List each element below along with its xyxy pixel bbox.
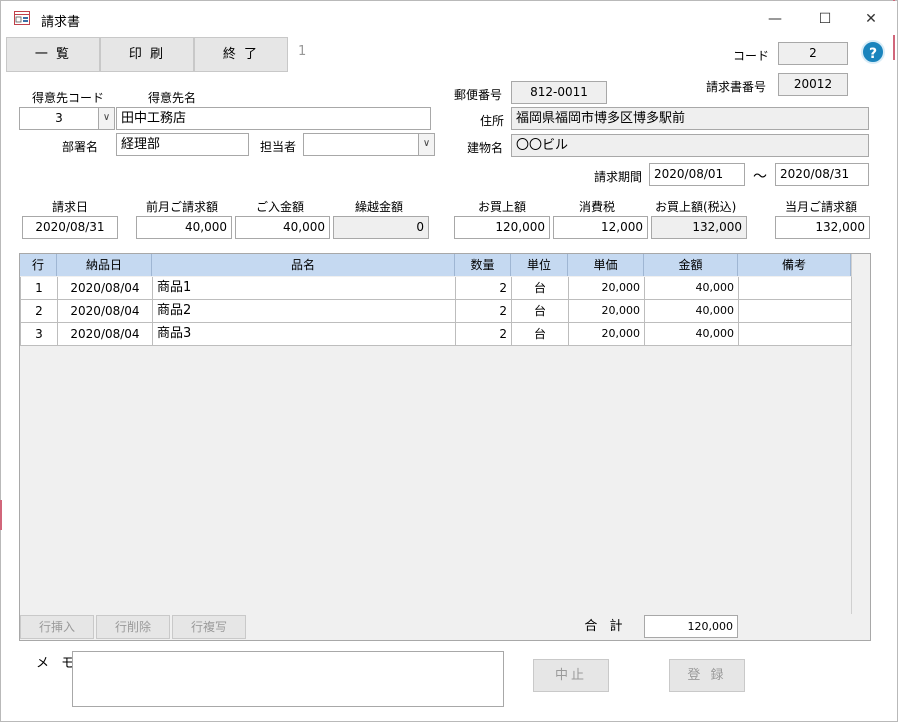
- period-separator: ～: [753, 169, 767, 185]
- col-header-qty: 数量: [455, 254, 511, 276]
- close-button[interactable]: ✕: [851, 6, 891, 32]
- person-combo[interactable]: ∨: [303, 133, 435, 156]
- list-button[interactable]: 一 覧: [6, 37, 100, 72]
- address-label: 住所: [480, 114, 505, 128]
- cell-item[interactable]: 商品2: [153, 300, 456, 323]
- period-to-field[interactable]: 2020/08/31: [775, 163, 869, 186]
- cell-date[interactable]: 2020/08/04: [58, 323, 153, 346]
- customer-code-label: 得意先コード: [32, 91, 105, 105]
- exit-button[interactable]: 終 了: [194, 37, 288, 72]
- cell-unit[interactable]: 台: [512, 300, 569, 323]
- maximize-button[interactable]: ☐: [805, 6, 845, 32]
- total-field: 120,000: [644, 615, 738, 638]
- prev-billing-field[interactable]: 40,000: [136, 216, 232, 239]
- insert-row-button[interactable]: 行挿入: [20, 615, 94, 639]
- cell-amount[interactable]: 40,000: [645, 323, 739, 346]
- period-label: 請求期間: [594, 170, 643, 184]
- sales-field[interactable]: 120,000: [454, 216, 550, 239]
- chevron-down-icon[interactable]: ∨: [418, 134, 434, 155]
- billing-date-field[interactable]: 2020/08/31: [22, 216, 118, 239]
- col-header-price: 単価: [568, 254, 644, 276]
- customer-code-combo[interactable]: 3 ∨: [19, 107, 115, 130]
- grid-header: 行 納品日 品名 数量 単位 単価 金額 備考: [20, 254, 851, 276]
- cell-note[interactable]: [739, 323, 852, 346]
- grid-scrollbar[interactable]: [851, 254, 870, 614]
- billing-date-label: 請求日: [52, 200, 89, 214]
- cell-note[interactable]: [739, 277, 852, 300]
- invoice-number-label: 請求書番号: [706, 80, 767, 94]
- cell-date[interactable]: 2020/08/04: [58, 300, 153, 323]
- payment-label: ご入金額: [256, 200, 305, 214]
- cell-item[interactable]: 商品3: [153, 323, 456, 346]
- window-edge-accent-left: [0, 500, 2, 530]
- sales-label: お買上額: [478, 200, 527, 214]
- minimize-button[interactable]: —: [755, 6, 795, 32]
- cell-qty[interactable]: 2: [456, 277, 512, 300]
- cell-line: 1: [21, 277, 58, 300]
- carryover-label: 繰越金額: [355, 200, 404, 214]
- tax-field[interactable]: 12,000: [553, 216, 648, 239]
- cell-date[interactable]: 2020/08/04: [58, 277, 153, 300]
- carryover-field: 0: [333, 216, 429, 239]
- cell-price[interactable]: 20,000: [569, 300, 645, 323]
- address-field: 福岡県福岡市博多区博多駅前: [511, 107, 869, 130]
- sales-tax-field: 132,000: [651, 216, 747, 239]
- zip-field: 812-0011: [511, 81, 607, 104]
- col-header-line: 行: [20, 254, 57, 276]
- window-title: 請求書: [41, 15, 81, 30]
- delete-row-button[interactable]: 行削除: [96, 615, 170, 639]
- form-icon: [14, 11, 30, 25]
- register-button[interactable]: 登 録: [669, 659, 745, 692]
- code-field: 2: [778, 42, 848, 65]
- prev-billing-label: 前月ご請求額: [146, 200, 219, 214]
- zip-label: 郵便番号: [454, 88, 503, 102]
- invoice-number-field: 20012: [778, 73, 848, 96]
- table-row[interactable]: 1 2020/08/04 商品1 2 台 20,000 40,000: [20, 277, 852, 300]
- col-header-unit: 単位: [511, 254, 568, 276]
- dept-field[interactable]: 経理部: [116, 133, 249, 156]
- table-row[interactable]: 3 2020/08/04 商品3 2 台 20,000 40,000: [20, 323, 852, 346]
- help-icon[interactable]: ?: [861, 40, 885, 64]
- cell-price[interactable]: 20,000: [569, 277, 645, 300]
- sales-tax-label: お買上額(税込): [655, 200, 737, 214]
- tax-label: 消費税: [579, 200, 616, 214]
- cell-item[interactable]: 商品1: [153, 277, 456, 300]
- code-label: コード: [733, 49, 770, 63]
- cell-line: 3: [21, 323, 58, 346]
- memo-field[interactable]: [72, 651, 504, 707]
- cell-price[interactable]: 20,000: [569, 323, 645, 346]
- period-from-field[interactable]: 2020/08/01: [649, 163, 745, 186]
- cell-unit[interactable]: 台: [512, 323, 569, 346]
- customer-code-value: 3: [55, 111, 63, 125]
- cancel-button[interactable]: 中止: [533, 659, 609, 692]
- col-header-amount: 金額: [644, 254, 738, 276]
- cell-qty[interactable]: 2: [456, 323, 512, 346]
- dept-label: 部署名: [62, 140, 99, 154]
- customer-name-field[interactable]: 田中工務店: [116, 107, 431, 130]
- customer-name-label: 得意先名: [148, 91, 197, 105]
- cell-unit[interactable]: 台: [512, 277, 569, 300]
- cell-qty[interactable]: 2: [456, 300, 512, 323]
- cell-amount[interactable]: 40,000: [645, 277, 739, 300]
- cell-note[interactable]: [739, 300, 852, 323]
- chevron-down-icon[interactable]: ∨: [98, 108, 114, 129]
- copy-row-button[interactable]: 行複写: [172, 615, 246, 639]
- col-header-item: 品名: [152, 254, 455, 276]
- person-label: 担当者: [260, 140, 297, 154]
- col-header-note: 備考: [738, 254, 851, 276]
- current-billing-field[interactable]: 132,000: [775, 216, 870, 239]
- building-field: 〇〇ビル: [511, 134, 869, 157]
- record-number: 1: [298, 44, 307, 59]
- total-label: 合 計: [584, 619, 627, 634]
- cell-line: 2: [21, 300, 58, 323]
- building-label: 建物名: [467, 141, 504, 155]
- col-header-date: 納品日: [57, 254, 152, 276]
- table-row[interactable]: 2 2020/08/04 商品2 2 台 20,000 40,000: [20, 300, 852, 323]
- cell-amount[interactable]: 40,000: [645, 300, 739, 323]
- current-billing-label: 当月ご請求額: [785, 200, 858, 214]
- title-bar: 請求書 — ☐ ✕: [1, 1, 897, 35]
- print-button[interactable]: 印 刷: [100, 37, 194, 72]
- payment-field[interactable]: 40,000: [235, 216, 330, 239]
